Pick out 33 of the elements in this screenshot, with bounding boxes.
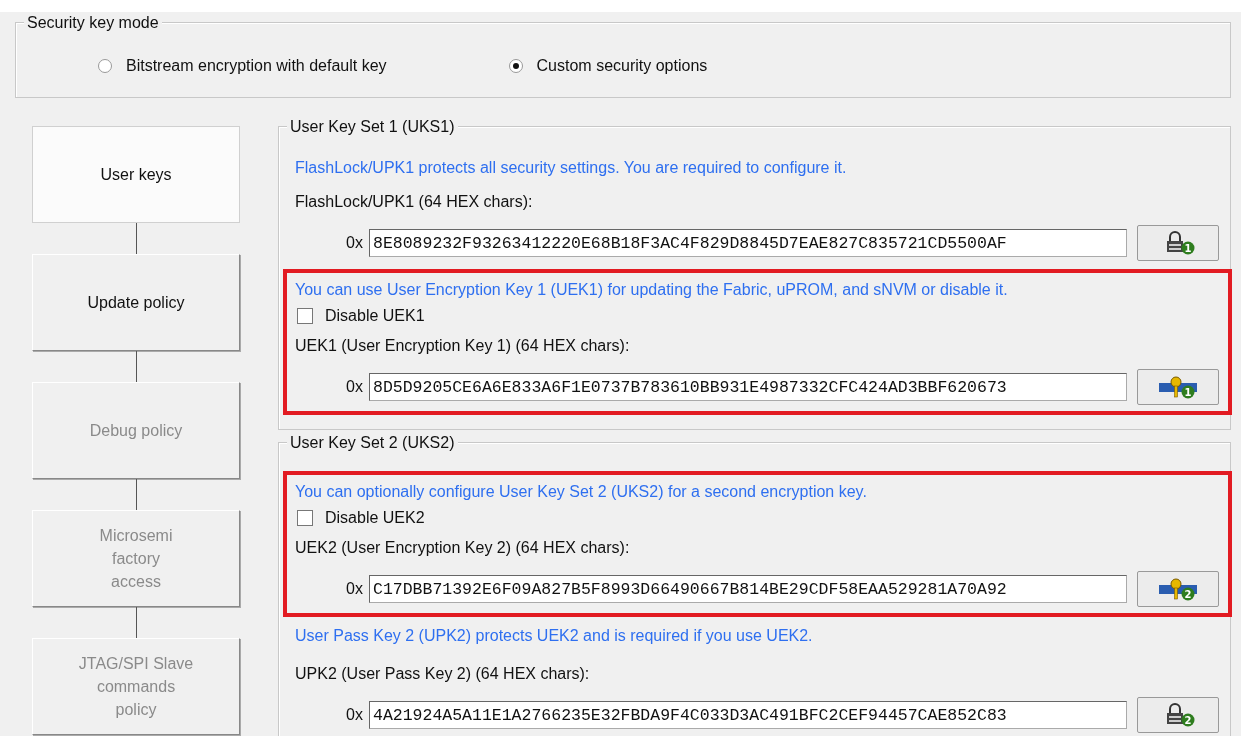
checkbox-label[interactable]: Disable UEK1 [325, 307, 425, 325]
hex-prefix: 0x [345, 580, 364, 598]
checkbox[interactable] [297, 510, 313, 526]
info-text: You can optionally configure User Key Set 2 (UKS2) for a second encryption key. [295, 482, 868, 502]
key-button[interactable]: 1 [1137, 369, 1219, 405]
hex-key-field[interactable]: 8E8089232F93263412220E68B18F3AC4F829D8845D7EAE827C835721CD5500AF [369, 229, 1127, 257]
checkbox[interactable] [297, 308, 313, 324]
radio-button[interactable] [98, 59, 112, 73]
hex-prefix: 0x [345, 706, 364, 724]
group-title: User Key Set 1 (UKS1) [287, 117, 458, 137]
field-label: UPK2 (User Pass Key 2) (64 HEX chars): [295, 664, 591, 684]
key-button[interactable]: 2 [1137, 571, 1219, 607]
step-button[interactable]: User keys [32, 126, 240, 223]
step-button[interactable]: Update policy [32, 254, 240, 351]
field-label: FlashLock/UPK1 (64 HEX chars): [295, 192, 534, 212]
info-text: FlashLock/UPK1 protects all security settings. You are required to configure it. [295, 158, 848, 178]
group-title: Security key mode [24, 13, 162, 33]
group-title: User Key Set 2 (UKS2) [287, 433, 458, 453]
key-button[interactable]: 1 [1137, 225, 1219, 261]
hex-key-field[interactable]: 4A21924A5A11E1A2766235E32FBDA9F4C033D3AC491BFC2CEF94457CAE852C83 [369, 701, 1127, 729]
key-button[interactable]: 2 [1137, 697, 1219, 733]
radio-label[interactable]: Custom security options [536, 57, 708, 75]
radio-label[interactable]: Bitstream encryption with default key [126, 57, 387, 75]
info-text: User Pass Key 2 (UPK2) protects UEK2 and is required if you use UEK2. [295, 626, 814, 646]
hex-key-field[interactable]: C17DBB71392E6F09A827B5F8993D66490667B814BE29CDF58EAA529281A70A92 [369, 575, 1127, 603]
field-label: UEK2 (User Encryption Key 2) (64 HEX chars): [295, 538, 631, 558]
field-label: UEK1 (User Encryption Key 1) (64 HEX chars): [295, 336, 631, 356]
radio-button[interactable] [508, 59, 523, 73]
checkbox-label[interactable]: Disable UEK2 [325, 509, 425, 527]
info-text: You can use User Encryption Key 1 (UEK1) for updating the Fabric, uPROM, and sNVM or disable it. [295, 280, 1009, 300]
hex-prefix: 0x [345, 378, 364, 396]
hex-prefix: 0x [345, 234, 364, 252]
hex-key-field[interactable]: 8D5D9205CE6A6E833A6F1E0737B783610BB931E4987332CFC424AD3BBF620673 [369, 373, 1127, 401]
